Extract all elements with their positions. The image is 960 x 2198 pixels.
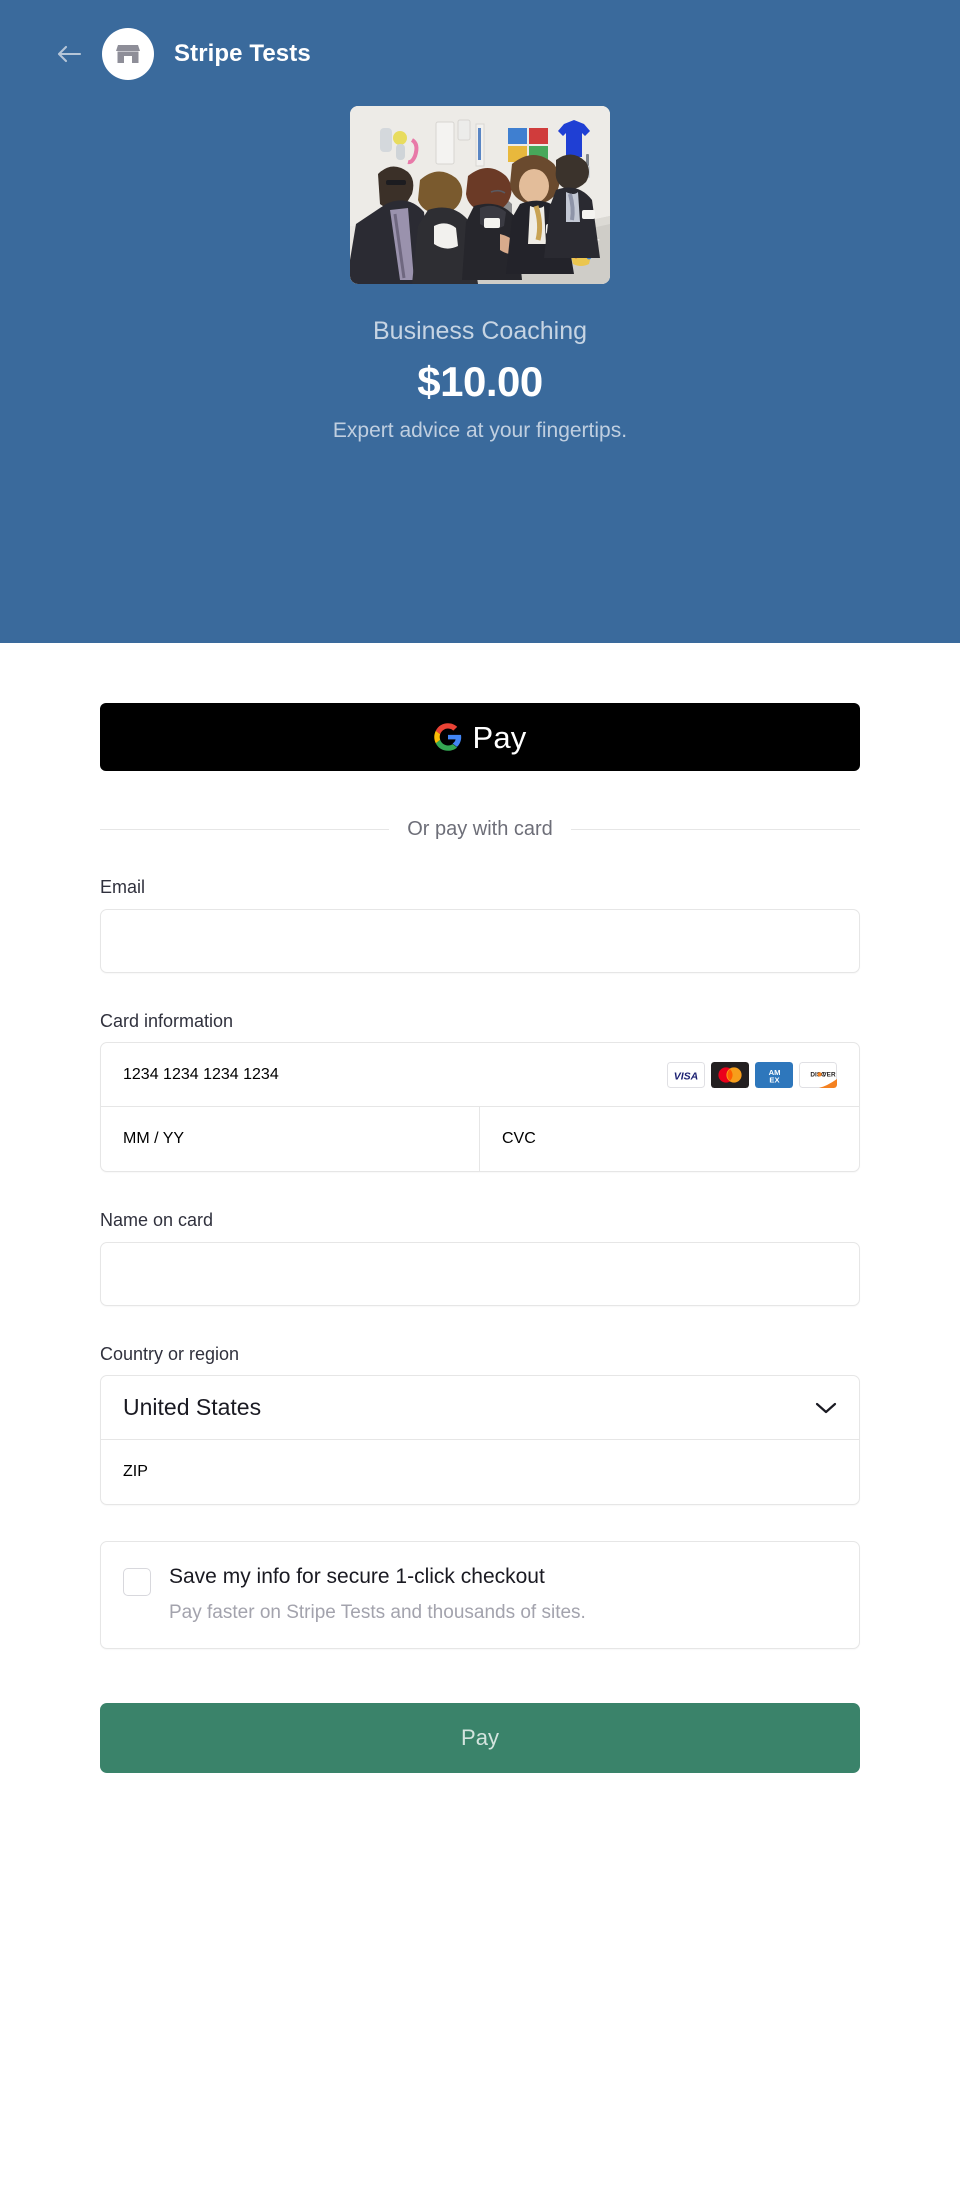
svg-text:VER: VER	[822, 1071, 836, 1078]
back-button[interactable]	[52, 37, 86, 71]
pay-button[interactable]: Pay	[100, 1703, 860, 1774]
merchant-logo	[102, 28, 154, 80]
google-pay-button[interactable]: Pay	[100, 703, 860, 771]
google-g-icon	[434, 723, 462, 751]
payment-form: Pay Or pay with card Email Card informat…	[0, 703, 960, 1833]
save-info-subtitle: Pay faster on Stripe Tests and thousands…	[169, 1601, 586, 1623]
google-pay-label: Pay	[472, 719, 527, 755]
name-on-card-label: Name on card	[100, 1210, 214, 1231]
card-cvc-placeholder: CVC	[502, 1130, 536, 1148]
svg-text:EX: EX	[769, 1075, 779, 1084]
card-number-input[interactable]: 1234 1234 1234 1234 VISA AM EX VER	[101, 1043, 859, 1108]
card-expiry-cvc-row: MM / YY CVC	[101, 1107, 859, 1172]
product-block: Business Coaching $10.00 Expert advice a…	[0, 106, 960, 443]
name-on-card-group: Name on card	[100, 1210, 860, 1306]
checkout-page: Stripe Tests Business Coaching $10.00 Ex…	[0, 0, 960, 2198]
email-input[interactable]	[100, 908, 860, 973]
card-information-group: Card information 1234 1234 1234 1234 VIS…	[100, 1011, 860, 1173]
divider-label: Or pay with card	[407, 818, 553, 840]
card-expiry-placeholder: MM / YY	[123, 1130, 185, 1148]
divider-line-left	[100, 828, 390, 830]
product-price: $10.00	[417, 357, 543, 405]
payment-form-inner: Pay Or pay with card Email Card informat…	[100, 703, 861, 1774]
mastercard-icon	[711, 1061, 749, 1088]
google-pay-content: Pay	[433, 722, 526, 753]
card-brand-icons: VISA AM EX VER	[667, 1061, 837, 1088]
zip-placeholder: ZIP	[123, 1463, 148, 1481]
email-label: Email	[100, 877, 146, 897]
discover-icon: DISC VER	[799, 1061, 837, 1088]
product-description: Expert advice at your fingertips.	[332, 418, 628, 442]
country-select[interactable]: United States	[101, 1376, 859, 1441]
merchant-name: Stripe Tests	[174, 40, 311, 67]
product-name: Business Coaching	[372, 317, 587, 345]
card-number-placeholder: 1234 1234 1234 1234	[123, 1065, 279, 1083]
svg-text:VISA: VISA	[674, 1070, 699, 1082]
arrow-left-icon	[57, 45, 82, 63]
product-image	[350, 106, 610, 284]
country-select-value: United States	[123, 1394, 262, 1421]
country-region-group: Country or region United States ZIP	[100, 1344, 860, 1506]
email-field-group: Email	[100, 877, 860, 973]
or-pay-with-card-divider: Or pay with card	[100, 818, 861, 840]
card-information-box: 1234 1234 1234 1234 VISA AM EX VER MM / …	[100, 1042, 860, 1173]
card-cvc-input[interactable]: CVC	[480, 1107, 859, 1171]
order-summary-panel: Stripe Tests Business Coaching $10.00 Ex…	[0, 0, 960, 643]
save-info-checkbox[interactable]	[123, 1568, 151, 1597]
save-info-card[interactable]: Save my info for secure 1-click checkout…	[100, 1541, 860, 1650]
save-info-text: Save my info for secure 1-click checkout…	[169, 1564, 586, 1624]
divider-line-right	[570, 828, 861, 830]
product-photo	[350, 106, 610, 284]
storefront-icon	[116, 45, 140, 63]
summary-topbar: Stripe Tests	[0, 0, 960, 80]
save-info-title: Save my info for secure 1-click checkout	[169, 1565, 545, 1589]
card-information-label: Card information	[100, 1010, 234, 1031]
country-zip-box: United States ZIP	[100, 1375, 860, 1506]
visa-icon: VISA	[667, 1061, 705, 1088]
card-expiry-input[interactable]: MM / YY	[101, 1107, 480, 1172]
zip-input[interactable]: ZIP	[101, 1440, 859, 1504]
amex-icon: AM EX	[755, 1061, 793, 1088]
country-region-label: Country or region	[100, 1343, 240, 1364]
name-on-card-input[interactable]	[100, 1241, 860, 1306]
chevron-down-icon	[815, 1401, 837, 1415]
